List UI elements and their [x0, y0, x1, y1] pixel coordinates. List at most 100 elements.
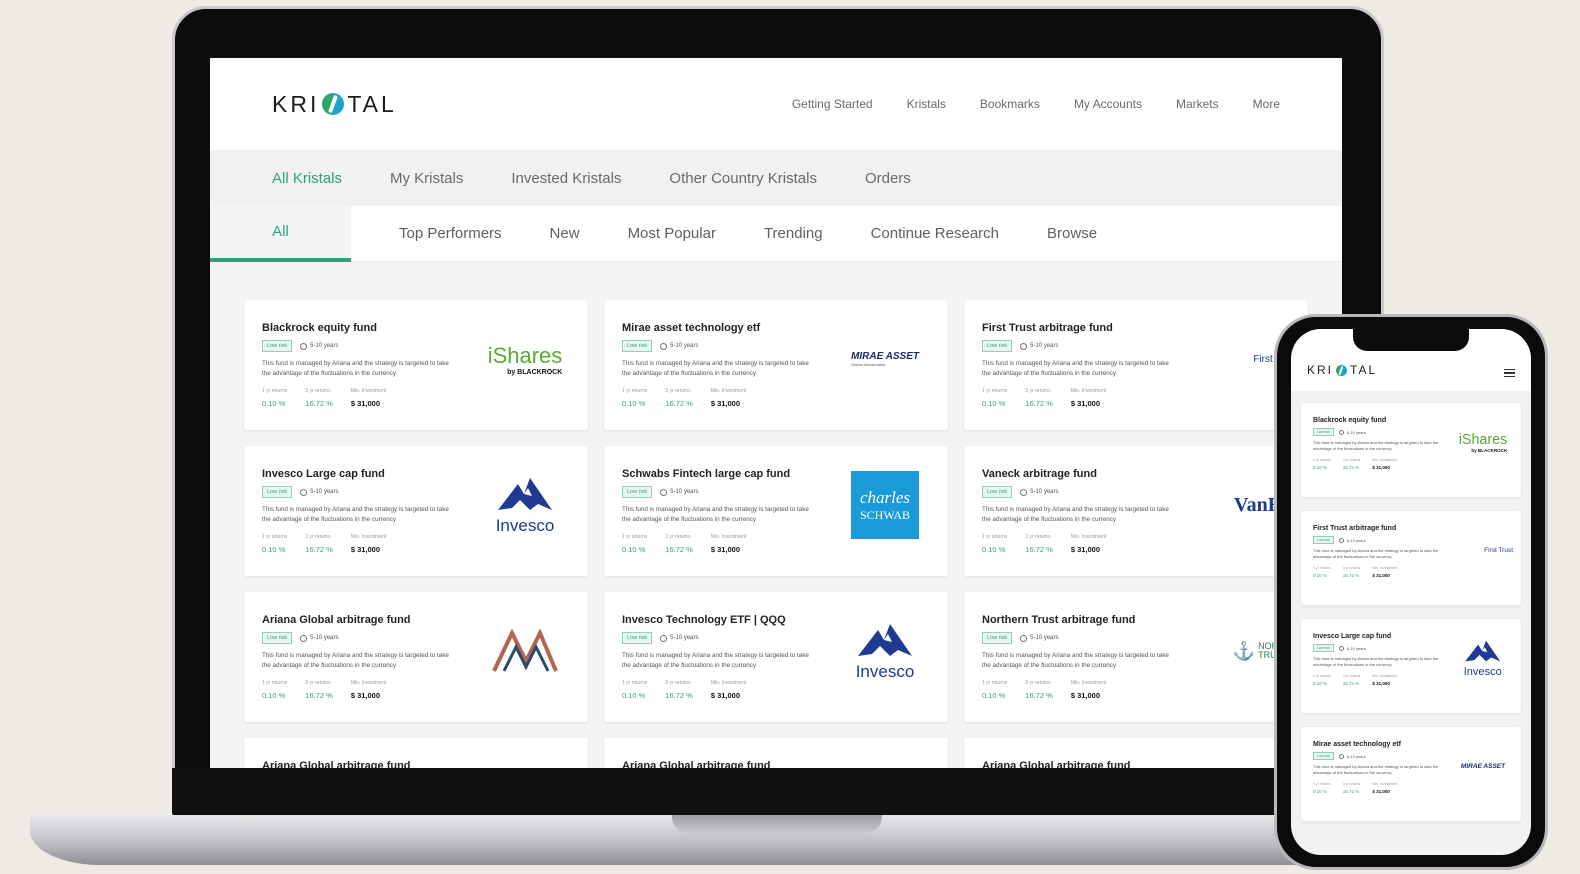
duration-text: 5-10 years: [310, 343, 339, 349]
mirae-logo-text: MIRAE ASSET: [851, 351, 919, 362]
duration-text: 5-10 years: [1346, 645, 1366, 651]
stat-label: 3 yr returns: [305, 388, 331, 394]
clock-icon: [300, 342, 308, 350]
stat-value: $ 31,000: [1372, 681, 1390, 686]
fund-card[interactable]: Schwabs Fintech large cap fund Low risk …: [604, 446, 948, 576]
stat-value: $ 31,000: [350, 399, 381, 408]
stat-3yr: 3 yr returns 16.72 %: [665, 388, 693, 408]
duration-text: 5-10 years: [670, 635, 699, 641]
risk-badge: Low risk: [1313, 536, 1334, 544]
nav-kristals[interactable]: Kristals: [907, 97, 946, 111]
duration-text: 5-10 years: [670, 489, 699, 495]
primary-tabs: All Kristals My Kristals Invested Krista…: [210, 150, 1342, 206]
nav-bookmarks[interactable]: Bookmarks: [980, 97, 1040, 111]
stat-1yr: 1 yr returns 0.10 %: [1313, 458, 1331, 470]
stat-value: $ 31,000: [1070, 545, 1101, 554]
fund-card[interactable]: Ariana Global arbitrage fund Low risk 5-…: [964, 738, 1308, 768]
duration: 5-10 years: [1338, 429, 1366, 435]
mirae-logo-sub: Global Investments: [851, 362, 886, 367]
phone-fund-list: Blackrock equity fund Low risk 5-10 year…: [1291, 391, 1531, 821]
fund-description: This fund is managed by Ariana and the s…: [262, 360, 449, 377]
stat-1yr: 1 yr returns 0.10 %: [262, 534, 287, 554]
stat-value: 0.10 %: [982, 399, 1006, 408]
schwab-logo-text: charles: [859, 487, 911, 507]
fund-brand-logo: charles SCHWAB: [840, 470, 930, 540]
fund-card[interactable]: Mirae asset technology etf Low risk 5-10…: [1301, 727, 1521, 821]
tab-new[interactable]: New: [526, 206, 604, 262]
stat-value: 0.10 %: [622, 399, 646, 408]
tab-other-country-kristals[interactable]: Other Country Kristals: [669, 170, 817, 187]
stat-label: Min. Investment: [710, 534, 747, 540]
tab-browse[interactable]: Browse: [1023, 206, 1121, 262]
phone-kristal-logo[interactable]: KRI TAL: [1307, 363, 1377, 377]
stat-label: 3 yr returns: [305, 680, 331, 686]
tab-trending[interactable]: Trending: [740, 206, 847, 262]
stat-value: 0.10 %: [622, 691, 646, 700]
fund-card[interactable]: Invesco Large cap fund Low risk 5-10 yea…: [244, 446, 588, 576]
tab-orders[interactable]: Orders: [865, 170, 911, 187]
tab-all[interactable]: All: [210, 205, 351, 262]
fund-card[interactable]: Blackrock equity fund Low risk 5-10 year…: [244, 300, 588, 430]
fund-card[interactable]: Invesco Technology ETF | QQQ Low risk 5-…: [604, 592, 948, 722]
fund-card[interactable]: Vaneck arbitrage fund Low risk 5-10 year…: [964, 446, 1308, 576]
nav-my-accounts[interactable]: My Accounts: [1074, 97, 1142, 111]
risk-badge: Low risk: [622, 632, 653, 644]
stat-label: 1 yr returns: [1313, 782, 1331, 786]
invesco-logo-icon: Invesco: [1464, 640, 1502, 678]
stat-label: Min. Investment: [1372, 458, 1398, 462]
tab-all-kristals[interactable]: All Kristals: [272, 170, 342, 187]
stat-3yr: 3 yr returns 16.72 %: [1343, 566, 1361, 578]
nav-markets[interactable]: Markets: [1176, 97, 1219, 111]
laptop-notch: [672, 815, 882, 833]
stat-value: 16.72 %: [1342, 789, 1360, 794]
anchor-icon: ⚓: [1232, 640, 1256, 661]
fund-card[interactable]: First Trust arbitrage fund Low risk 5-10…: [964, 300, 1308, 430]
stat-1yr: 1 yr returns 0.10 %: [982, 388, 1007, 408]
stat-value: $ 31,000: [350, 691, 381, 700]
stat-3yr: 3 yr returns 16.72 %: [1025, 680, 1053, 700]
tab-my-kristals[interactable]: My Kristals: [390, 170, 463, 187]
invesco-logo-icon: Invesco: [856, 624, 914, 681]
fund-card[interactable]: Ariana Global arbitrage fund Low risk 5-…: [604, 738, 948, 768]
stat-value: $ 31,000: [1070, 399, 1101, 408]
stat-label: 3 yr returns: [1025, 388, 1051, 394]
stat-3yr: 3 yr returns 16.72 %: [305, 534, 333, 554]
stat-label: Min. Investment: [1070, 680, 1107, 686]
fund-card[interactable]: Ariana Global arbitrage fund Low risk 5-…: [244, 738, 588, 768]
stat-label: 1 yr returns: [622, 534, 648, 540]
risk-badge: Low risk: [982, 632, 1013, 644]
tab-invested-kristals[interactable]: Invested Kristals: [511, 170, 621, 187]
fund-card[interactable]: Northern Trust arbitrage fund Low risk 5…: [964, 592, 1308, 722]
tab-top-performers[interactable]: Top Performers: [375, 206, 526, 262]
stat-value: $ 31,000: [1372, 465, 1390, 470]
fund-card[interactable]: Ariana Global arbitrage fund Low risk 5-…: [244, 592, 588, 722]
stat-min: Min. Investment $ 31,000: [351, 680, 386, 700]
stat-value: 16.72 %: [1342, 465, 1360, 470]
stat-1yr: 1 yr returns 0.10 %: [1313, 566, 1331, 578]
stat-3yr: 3 yr returns 16.72 %: [665, 534, 693, 554]
hamburger-menu-icon[interactable]: [1504, 369, 1515, 377]
stat-1yr: 1 yr returns 0.10 %: [622, 534, 647, 554]
fund-card[interactable]: Invesco Large cap fund Low risk 5-10 yea…: [1301, 619, 1521, 713]
stat-1yr: 1 yr returns 0.10 %: [622, 680, 647, 700]
risk-badge: Low risk: [262, 486, 293, 498]
tab-most-popular[interactable]: Most Popular: [604, 206, 740, 262]
kristal-logo[interactable]: KRI TAL: [272, 91, 397, 118]
stat-value: 0.10 %: [622, 545, 646, 554]
phone-screen: KRI TAL Blackrock equity fund Low risk 5…: [1291, 329, 1531, 855]
duration: 5-10 years: [660, 342, 699, 350]
stat-value: 16.72 %: [305, 545, 333, 554]
fund-card[interactable]: Blackrock equity fund Low risk 5-10 year…: [1301, 403, 1521, 497]
fund-card[interactable]: Mirae asset technology etf Low risk 5-10…: [604, 300, 948, 430]
fund-brand-logo: [480, 616, 570, 686]
stat-label: 3 yr returns: [1342, 458, 1361, 462]
stat-label: 1 yr returns: [262, 534, 288, 540]
nav-more[interactable]: More: [1253, 97, 1280, 111]
fund-card[interactable]: First Trust arbitrage fund Low risk 5-10…: [1301, 511, 1521, 605]
clock-icon: [1338, 645, 1344, 651]
fund-description: This fund is managed by Ariana and the s…: [622, 360, 809, 377]
stat-value: 0.10 %: [262, 399, 286, 408]
stat-label: 1 yr returns: [982, 388, 1008, 394]
nav-getting-started[interactable]: Getting Started: [792, 97, 873, 111]
tab-continue-research[interactable]: Continue Research: [847, 206, 1023, 262]
